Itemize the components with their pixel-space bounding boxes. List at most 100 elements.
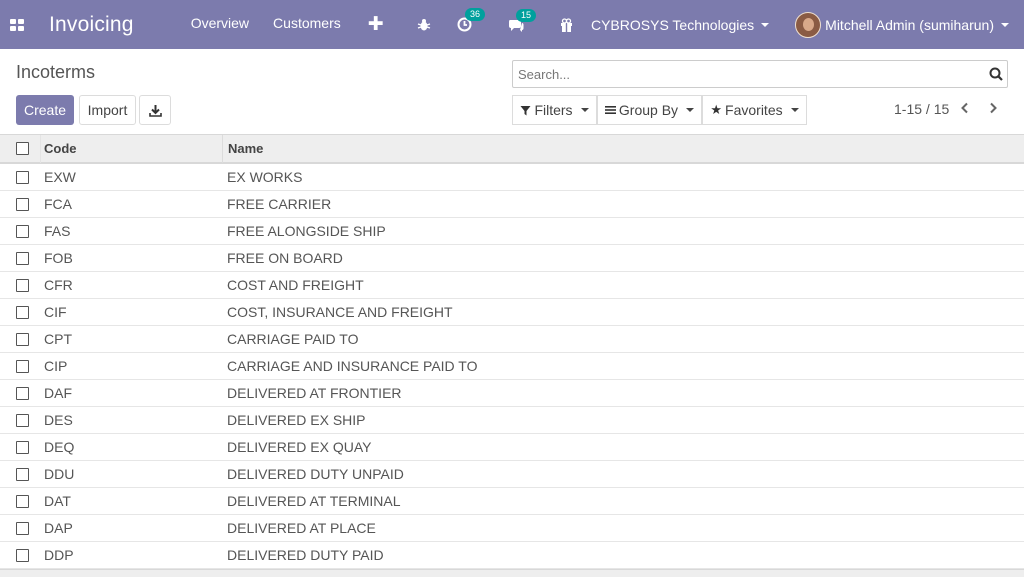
- cell-code: CPT: [44, 331, 72, 347]
- main-navbar: Invoicing Overview Customers ✚ 36 15 CYB…: [0, 0, 1024, 49]
- cell-code: CIP: [44, 358, 68, 374]
- cell-name: FREE CARRIER: [227, 196, 332, 212]
- plus-icon[interactable]: ✚: [368, 15, 384, 34]
- cell-name: DELIVERED AT FRONTIER: [227, 385, 402, 401]
- chevron-left-icon: [961, 102, 968, 114]
- row-checkbox[interactable]: [16, 224, 29, 238]
- cell-code: FAS: [44, 223, 71, 239]
- row-checkbox[interactable]: [16, 467, 29, 481]
- table-row[interactable]: CIP CARRIAGE AND INSURANCE PAID TO: [0, 353, 1024, 380]
- favorites-label: Favorites: [725, 102, 783, 118]
- row-checkbox[interactable]: [16, 386, 29, 400]
- pager-previous-button[interactable]: [960, 101, 970, 117]
- table-row[interactable]: DDP DELIVERED DUTY PAID: [0, 542, 1024, 569]
- activity-icon[interactable]: 36: [457, 8, 485, 32]
- table-row[interactable]: DAF DELIVERED AT FRONTIER: [0, 380, 1024, 407]
- bug-icon[interactable]: [417, 18, 431, 32]
- chevron-down-icon: [790, 108, 799, 112]
- app-brand[interactable]: Invoicing: [49, 13, 134, 37]
- table-row[interactable]: EXW EX WORKS: [0, 164, 1024, 191]
- activity-badge: 36: [464, 8, 485, 21]
- chevron-down-icon: [761, 22, 770, 27]
- table-row[interactable]: DES DELIVERED EX SHIP: [0, 407, 1024, 434]
- row-checkbox[interactable]: [16, 494, 29, 508]
- groupby-dropdown[interactable]: Group By: [597, 95, 702, 125]
- table-row[interactable]: CIF COST, INSURANCE AND FREIGHT: [0, 299, 1024, 326]
- column-header-name[interactable]: Name: [228, 141, 263, 156]
- pager-next-button[interactable]: [988, 101, 998, 117]
- cell-name: FREE ALONGSIDE SHIP: [227, 223, 386, 239]
- table-row[interactable]: FAS FREE ALONGSIDE SHIP: [0, 218, 1024, 245]
- chevron-down-icon: [580, 108, 589, 112]
- messages-icon[interactable]: 15: [508, 8, 536, 32]
- company-switcher[interactable]: CYBROSYS Technologies: [590, 16, 770, 33]
- search-icon[interactable]: [985, 67, 1007, 81]
- table-row[interactable]: DDU DELIVERED DUTY UNPAID: [0, 461, 1024, 488]
- pager-value[interactable]: 1-15 / 15: [894, 101, 949, 117]
- row-checkbox[interactable]: [16, 278, 29, 292]
- messages-badge: 15: [515, 8, 536, 22]
- menu-customers[interactable]: Customers: [273, 15, 341, 34]
- table-row[interactable]: FCA FREE CARRIER: [0, 191, 1024, 218]
- favorites-dropdown[interactable]: ★ Favorites: [702, 95, 807, 125]
- table-row[interactable]: CFR COST AND FREIGHT: [0, 272, 1024, 299]
- user-menu[interactable]: Mitchell Admin (sumiharun): [795, 11, 1009, 38]
- chevron-down-icon: [1001, 22, 1009, 27]
- chevron-right-icon: [990, 102, 997, 114]
- row-checkbox[interactable]: [16, 521, 29, 535]
- row-checkbox[interactable]: [16, 197, 29, 211]
- column-header-code[interactable]: Code: [44, 141, 77, 156]
- row-checkbox[interactable]: [16, 548, 29, 562]
- import-button[interactable]: Import: [79, 95, 136, 125]
- table-row[interactable]: DAP DELIVERED AT PLACE: [0, 515, 1024, 542]
- table-row[interactable]: FOB FREE ON BOARD: [0, 245, 1024, 272]
- row-checkbox[interactable]: [16, 332, 29, 346]
- column-divider: [222, 135, 223, 163]
- row-checkbox[interactable]: [16, 251, 29, 265]
- cell-name: FREE ON BOARD: [227, 250, 343, 266]
- list-icon: [604, 106, 616, 114]
- row-checkbox[interactable]: [16, 305, 29, 319]
- top-menu: Overview Customers ✚: [191, 15, 384, 34]
- menu-overview[interactable]: Overview: [191, 15, 249, 34]
- cell-name: CARRIAGE AND INSURANCE PAID TO: [227, 358, 478, 374]
- table-row[interactable]: DEQ DELIVERED EX QUAY: [0, 434, 1024, 461]
- create-button[interactable]: Create: [16, 95, 74, 125]
- table-header: Code Name: [0, 134, 1024, 164]
- company-name: CYBROSYS Technologies: [590, 16, 755, 33]
- cell-code: CIF: [44, 304, 67, 320]
- row-checkbox[interactable]: [16, 170, 29, 184]
- cell-name: CARRIAGE PAID TO: [227, 331, 359, 347]
- filter-icon: [520, 105, 531, 115]
- cell-code: DDP: [44, 547, 74, 563]
- search-input[interactable]: [513, 66, 985, 82]
- cell-code: FCA: [44, 196, 72, 212]
- cell-name: DELIVERED EX QUAY: [227, 439, 372, 455]
- download-button[interactable]: [139, 95, 171, 125]
- cell-code: CFR: [44, 277, 73, 293]
- filters-dropdown[interactable]: Filters: [512, 95, 597, 125]
- download-icon: [148, 104, 162, 117]
- filters-label: Filters: [534, 102, 573, 118]
- search-bar: [512, 60, 1008, 88]
- row-checkbox[interactable]: [16, 359, 29, 373]
- star-icon: ★: [710, 102, 723, 117]
- groupby-label: Group By: [618, 102, 679, 118]
- gift-icon[interactable]: [560, 17, 573, 32]
- cell-code: DAP: [44, 520, 73, 536]
- table-body: EXW EX WORKS FCA FREE CARRIER FAS FREE ALONGS…: [0, 164, 1024, 569]
- cell-code: DES: [44, 412, 73, 428]
- table-row[interactable]: CPT CARRIAGE PAID TO: [0, 326, 1024, 353]
- cell-name: COST AND FREIGHT: [227, 277, 364, 293]
- cell-name: EX WORKS: [227, 169, 303, 185]
- select-all-checkbox[interactable]: [16, 142, 29, 155]
- page-title: Incoterms: [16, 62, 96, 82]
- table-row[interactable]: DAT DELIVERED AT TERMINAL: [0, 488, 1024, 515]
- row-checkbox[interactable]: [16, 413, 29, 427]
- row-checkbox[interactable]: [16, 440, 29, 454]
- incoterms-table: Code Name EXW EX WORKS FCA FREE CARRIER FAS F…: [0, 134, 1024, 577]
- navbar-systray: 36 15 CYBROSYS Technologies Mitchell Adm…: [417, 0, 1024, 49]
- table-footer: [0, 569, 1024, 577]
- apps-menu-icon[interactable]: [10, 18, 24, 31]
- user-name: Mitchell Admin (sumiharun): [825, 16, 994, 33]
